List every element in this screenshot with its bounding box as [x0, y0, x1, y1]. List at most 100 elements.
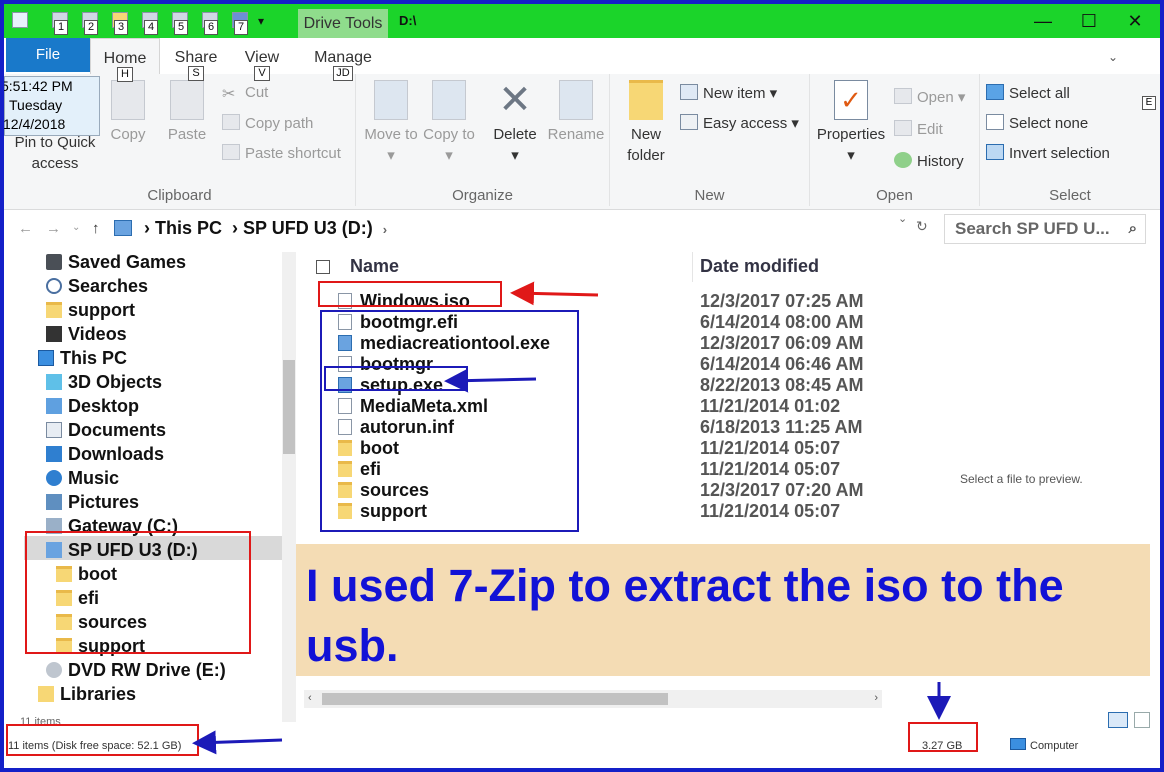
file-date: 12/3/2017 06:09 AM [700, 333, 864, 353]
expand-ribbon-icon[interactable]: ⌄ [1108, 50, 1118, 64]
large-icons-view-icon[interactable] [1134, 712, 1150, 728]
nav-item[interactable]: This PC [38, 346, 127, 370]
nav-item[interactable]: Saved Games [46, 250, 186, 274]
copy-path-button[interactable]: Copy path [222, 114, 313, 132]
nav-item[interactable]: support [46, 298, 135, 322]
search-input[interactable]: Search SP UFD U... ⌕ [944, 214, 1146, 244]
nav-item[interactable]: Desktop [46, 394, 139, 418]
ribbon-tabs: File HomeH ShareS ViewV ManageJD ⌄ ? E [4, 38, 1160, 110]
location-icon [46, 470, 62, 486]
maximize-button[interactable]: ☐ [1066, 7, 1112, 35]
rename-button[interactable]: Rename [544, 80, 608, 145]
location-icon [46, 422, 62, 438]
recent-dropdown-icon[interactable]: ⌄ [72, 222, 80, 233]
back-arrow-icon[interactable]: ← [18, 220, 33, 237]
details-view-icon[interactable] [1108, 712, 1128, 728]
nav-item[interactable]: 3D Objects [46, 370, 162, 394]
ribbon-home: Pin to Quick access Copy Paste ✂ Cut Copy… [4, 74, 1160, 210]
history-button[interactable]: History [894, 152, 964, 170]
scroll-left-icon[interactable]: ‹ [308, 692, 312, 704]
file-date: 6/14/2014 08:00 AM [700, 312, 864, 332]
clock-day: Tuesday [9, 97, 63, 113]
nav-item[interactable]: Libraries [38, 682, 136, 706]
breadcrumb[interactable]: › This PC › SP UFD U3 (D:) › [144, 218, 387, 239]
tab-view[interactable]: View V [230, 38, 294, 81]
up-arrow-icon[interactable]: ↑ [92, 220, 100, 237]
quick-access-undo[interactable]: 2 [80, 10, 100, 35]
nav-item-label: Videos [68, 324, 127, 344]
nav-item[interactable]: DVD RW Drive (E:) [46, 658, 226, 682]
invert-selection-button[interactable]: Invert selection [986, 144, 1110, 162]
column-date-header[interactable]: Date modified [700, 256, 819, 277]
column-divider [692, 252, 693, 282]
refresh-icon[interactable]: ↻ [916, 218, 928, 235]
tab-file[interactable]: File [6, 38, 90, 72]
key-tip: 7 [234, 20, 248, 35]
quick-access-redo[interactable]: 6 [200, 10, 220, 35]
drive-tools-context-tab[interactable]: Drive Tools [298, 9, 388, 38]
paste-shortcut-button[interactable]: Paste shortcut [222, 144, 341, 162]
invert-selection-icon [986, 144, 1004, 160]
quick-access-check[interactable]: 4 [140, 10, 160, 35]
delete-button[interactable]: ✕ Delete ▾ [486, 80, 544, 166]
nav-scrollbar[interactable] [282, 252, 296, 722]
quick-access-new-folder[interactable]: 3 [110, 10, 130, 35]
edit-button[interactable]: Edit [894, 120, 943, 138]
quick-access-drive[interactable]: 7 [230, 10, 250, 35]
nav-item[interactable]: Videos [46, 322, 127, 346]
pin-to-quick-access-button[interactable]: Pin to Quick access [6, 132, 104, 174]
nav-item[interactable]: Music [46, 466, 119, 490]
window-title: D:\ [399, 13, 417, 28]
tab-home[interactable]: Home H [90, 38, 160, 82]
nav-item[interactable]: Pictures [46, 490, 139, 514]
quick-access-rename[interactable]: 5 [170, 10, 190, 35]
new-folder-button[interactable]: New folder [616, 80, 676, 166]
copy-to-label: Copy to [423, 126, 475, 143]
quick-access-properties[interactable]: 1 [50, 10, 70, 35]
new-item-label: New item [703, 85, 766, 102]
column-name-header[interactable]: Name [350, 256, 399, 277]
tab-manage[interactable]: Manage JD [298, 38, 388, 81]
group-open: ✓ Properties ▾ Open ▾ Edit History Open [810, 74, 980, 206]
nav-item-label: support [68, 300, 135, 320]
explorer-app-icon[interactable] [10, 10, 30, 32]
copy-button[interactable]: Copy [104, 80, 152, 145]
scroll-right-icon[interactable]: › [874, 692, 878, 704]
hscroll-thumb[interactable] [322, 693, 668, 705]
nav-item[interactable]: Downloads [46, 442, 164, 466]
tab-view-label: View [244, 49, 280, 66]
easy-access-button[interactable]: Easy access ▾ [680, 114, 799, 132]
open-button[interactable]: Open ▾ [894, 88, 965, 106]
minimize-button[interactable]: — [1020, 7, 1066, 35]
select-all-checkbox[interactable] [316, 260, 330, 274]
file-date: 8/22/2013 08:45 AM [700, 375, 864, 395]
close-button[interactable]: ✕ [1112, 7, 1158, 35]
nav-item[interactable]: Searches [46, 274, 148, 298]
crumb-this-pc[interactable]: This PC [155, 218, 222, 238]
new-item-button[interactable]: New item ▾ [680, 84, 777, 102]
nav-item-label: Documents [68, 420, 167, 440]
select-none-icon [986, 114, 1004, 130]
cut-button[interactable]: ✂ Cut [222, 84, 268, 103]
forward-arrow-icon[interactable]: → [46, 220, 61, 237]
key-tip: H [117, 67, 133, 82]
nav-scroll-thumb[interactable] [283, 360, 295, 454]
tab-share[interactable]: Share S [162, 38, 230, 81]
nav-item-label: 3D Objects [68, 372, 163, 392]
horizontal-scrollbar[interactable]: ‹ › [304, 690, 882, 708]
properties-button[interactable]: ✓ Properties ▾ [812, 80, 890, 166]
quick-access-dropdown-icon[interactable]: ▾ [258, 14, 264, 28]
select-none-label: Select none [1009, 115, 1089, 132]
copy-to-button[interactable]: Copy to ▾ [422, 80, 476, 166]
address-dropdown-icon[interactable]: ⌄ [898, 212, 907, 225]
paste-button[interactable]: Paste [162, 80, 212, 145]
select-none-button[interactable]: Select none [986, 114, 1088, 132]
select-all-button[interactable]: Select all [986, 84, 1070, 102]
highlight-box-extracted-files [320, 310, 579, 532]
nav-item-label: Music [68, 468, 120, 488]
nav-item[interactable]: Documents [46, 418, 166, 442]
crumb-drive[interactable]: SP UFD U3 (D:) [243, 218, 373, 238]
organize-group-label: Organize [452, 187, 513, 204]
key-tip: 3 [114, 20, 128, 35]
move-to-button[interactable]: Move to ▾ [364, 80, 418, 166]
